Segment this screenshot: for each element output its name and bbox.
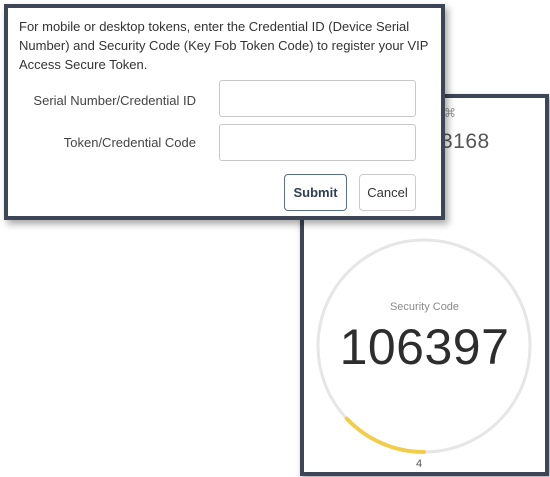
cancel-button[interactable]: Cancel bbox=[359, 174, 416, 211]
token-code-label: Token/Credential Code bbox=[63, 135, 196, 150]
countdown-seconds: 4 bbox=[416, 458, 423, 470]
countdown-ring-progress bbox=[344, 416, 426, 454]
token-code-input[interactable] bbox=[219, 124, 416, 161]
security-code-label: Security Code bbox=[389, 301, 460, 313]
security-code-value: 106397 bbox=[339, 319, 510, 375]
serial-number-label: Serial Number/Credential ID bbox=[33, 93, 196, 108]
serial-number-input[interactable] bbox=[219, 80, 416, 117]
screenshot-stage: ⌘ 3168 Security Code 106397 4 For mobile… bbox=[0, 0, 550, 477]
submit-button[interactable]: Submit bbox=[284, 174, 347, 211]
register-token-dialog: For mobile or desktop tokens, enter the … bbox=[4, 4, 445, 220]
dialog-instructions: For mobile or desktop tokens, enter the … bbox=[19, 19, 429, 72]
